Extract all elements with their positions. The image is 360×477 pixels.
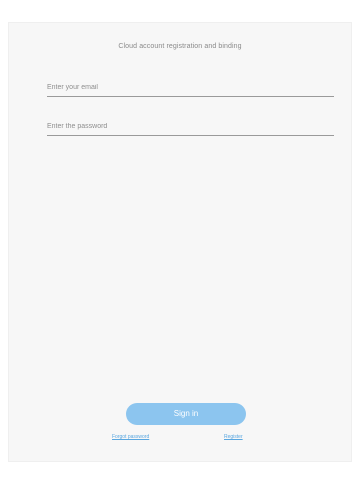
sign-in-button[interactable]: Sign in — [126, 403, 246, 425]
forgot-password-link[interactable]: Forgot password — [112, 434, 149, 440]
register-link[interactable]: Register — [224, 434, 243, 440]
page-title: Cloud account registration and binding — [118, 43, 242, 50]
registration-panel: Cloud account registration and binding S… — [8, 22, 352, 462]
email-field[interactable] — [47, 81, 334, 97]
password-field[interactable] — [47, 120, 334, 136]
